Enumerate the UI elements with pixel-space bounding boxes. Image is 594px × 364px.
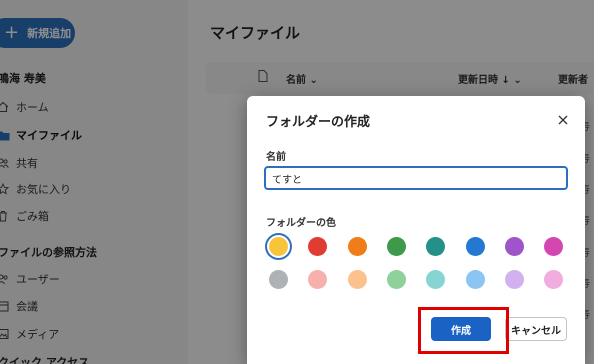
close-button[interactable] (555, 111, 571, 127)
create-button[interactable]: 作成 (431, 317, 491, 341)
color-swatch[interactable] (308, 270, 328, 289)
folder-color-label: フォルダーの色 (266, 218, 336, 229)
color-swatch[interactable] (386, 237, 406, 256)
name-label: 名前 (266, 152, 286, 163)
close-icon (558, 110, 568, 129)
color-swatch[interactable] (426, 270, 446, 289)
color-swatch[interactable] (347, 237, 367, 256)
color-swatch[interactable] (544, 270, 564, 289)
color-swatch[interactable] (504, 270, 524, 289)
color-swatch[interactable] (308, 237, 328, 256)
color-swatch[interactable] (269, 270, 288, 289)
color-swatch[interactable] (347, 270, 367, 289)
color-swatch[interactable] (544, 237, 564, 256)
create-folder-dialog: フォルダーの作成 名前 フォルダーの色 作成 キャンセル (247, 96, 585, 364)
color-swatch[interactable] (426, 237, 446, 256)
folder-name-input[interactable] (264, 166, 568, 190)
cancel-button[interactable]: キャンセル (505, 317, 567, 341)
color-swatch[interactable] (504, 237, 524, 256)
color-swatch[interactable] (465, 237, 485, 256)
dialog-title: フォルダーの作成 (266, 115, 371, 130)
color-swatch[interactable] (386, 270, 406, 289)
color-swatch[interactable] (269, 237, 288, 256)
color-swatch[interactable] (465, 270, 485, 289)
